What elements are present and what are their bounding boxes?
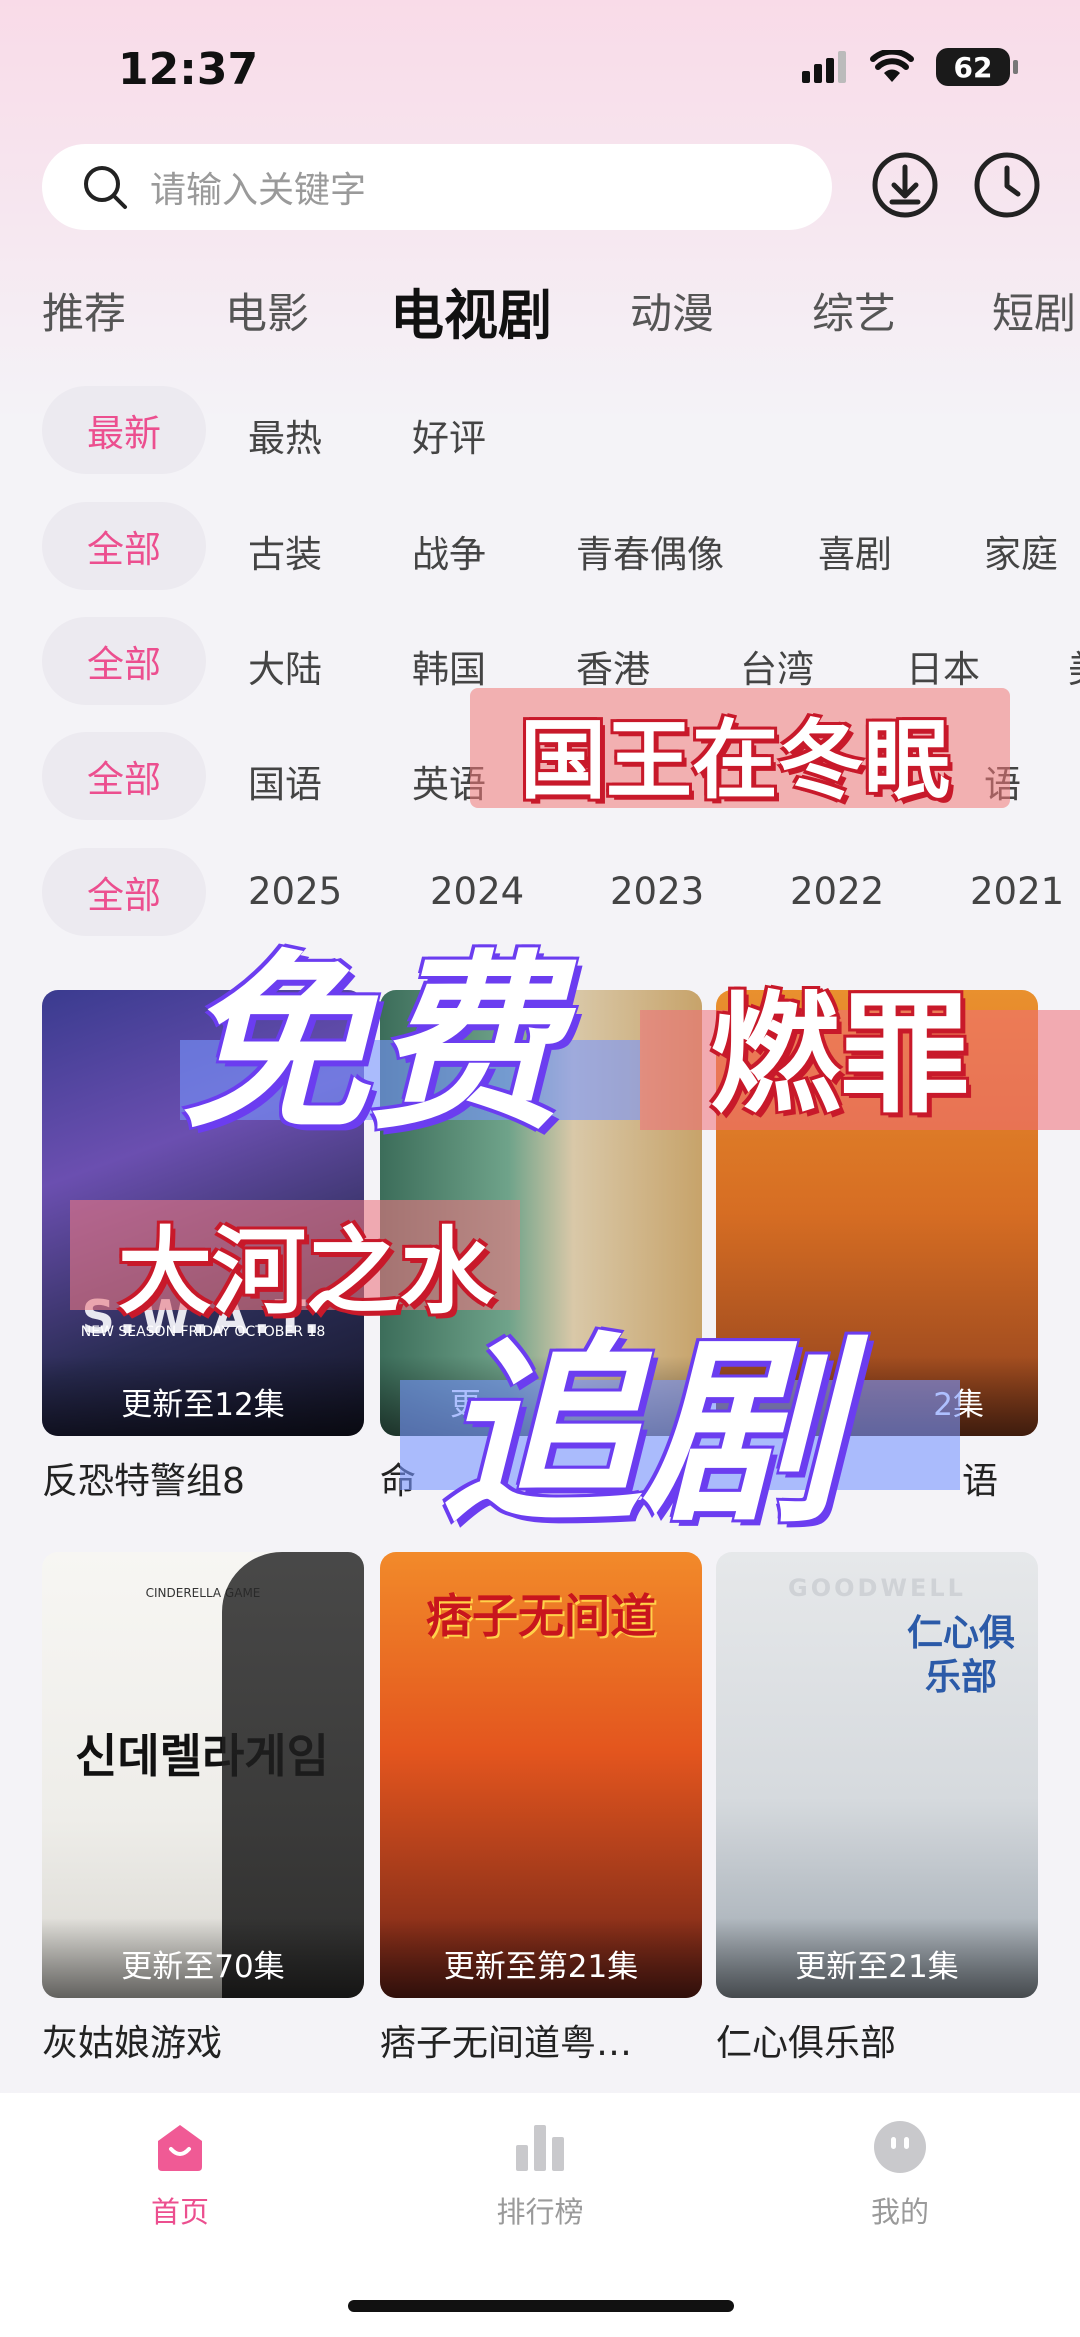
poster-subtitle-text: GOODWELL <box>788 1574 966 1602</box>
filter-row-language: 全部 国语 英语 语 <box>0 732 1080 822</box>
card-title: 语 <box>961 1461 998 1502</box>
tab-variety[interactable]: 综艺 <box>812 280 896 341</box>
poster-image: 痞子无间道 更新至第21集 <box>380 1552 702 1998</box>
filter-option[interactable]: 古装 <box>248 524 322 578</box>
filter-option[interactable]: 日本 <box>906 639 980 693</box>
episode-badge: 更新至21集 <box>716 1918 1038 1998</box>
episode-badge: 更新至12集 <box>42 1356 364 1436</box>
nav-home[interactable]: 首页 <box>80 2119 280 2231</box>
poster-title-text: 痞子无间道 <box>426 1589 656 1643</box>
card-title: 痞子无间道粤… <box>380 2023 633 2064</box>
filter-option[interactable]: 2023 <box>610 870 704 913</box>
filter-chip-selected[interactable]: 全部 <box>42 732 206 820</box>
wifi-icon <box>870 50 914 82</box>
tab-tv-series[interactable]: 电视剧 <box>390 271 552 350</box>
filter-option[interactable]: 香港 <box>576 639 650 693</box>
tab-movie[interactable]: 电影 <box>225 280 309 341</box>
filter-option[interactable]: 韩国 <box>412 639 486 693</box>
filter-option[interactable]: 美 <box>1068 639 1080 693</box>
filter-option[interactable]: 喜剧 <box>818 524 892 578</box>
poster-subtitle-text: NEW SEASON FRIDAY OCTOBER 18 <box>80 1324 326 1340</box>
filter-option[interactable]: 国语 <box>248 754 322 808</box>
episode-badge: 更 <box>380 1356 702 1436</box>
poster-image: 신데렐라게임 CINDERELLA GAME 更新至70集 <box>42 1552 364 1998</box>
poster-image: S.W.A.T. NEW SEASON FRIDAY OCTOBER 18 更新… <box>42 990 364 1436</box>
filter-chip-selected[interactable]: 全部 <box>42 502 206 590</box>
poster-image: 更 <box>380 990 702 1436</box>
poster-image: GOODWELL 仁心俱乐部 更新至21集 <box>716 1552 1038 1998</box>
nav-label: 首页 <box>150 2195 209 2229</box>
filter-chip-selected[interactable]: 全部 <box>42 848 206 936</box>
tab-short-drama[interactable]: 短剧 <box>992 280 1076 341</box>
nav-ranking[interactable]: 排行榜 <box>440 2119 640 2231</box>
tab-anime[interactable]: 动漫 <box>630 280 714 341</box>
filter-option[interactable]: 大陆 <box>248 639 322 693</box>
filter-option[interactable]: 2022 <box>790 870 884 913</box>
filter-option[interactable]: 最热 <box>248 408 322 462</box>
app-screen: 12:37 62 请输入关键字 推荐 电影 电视剧 动漫 综艺 短剧 最新 最热… <box>0 0 1080 2337</box>
search-icon <box>84 166 127 209</box>
card-title: 命 <box>380 1461 417 1502</box>
filter-row-sort: 最新 最热 好评 <box>0 386 1080 476</box>
search-placeholder: 请输入关键字 <box>150 170 367 211</box>
battery-icon: 62 <box>936 48 1018 86</box>
video-card[interactable]: 痞子无间道 更新至第21集 痞子无间道粤… <box>380 1552 702 2066</box>
poster-image: 2集 <box>716 990 1038 1436</box>
filter-option[interactable]: 2024 <box>430 870 524 913</box>
filter-option[interactable]: 青春偶像 <box>576 524 724 578</box>
episode-badge: 2集 <box>716 1356 1038 1436</box>
video-card[interactable]: 2集 语 <box>716 990 1038 1504</box>
episode-badge: 更新至70集 <box>42 1918 364 1998</box>
category-tabs: 推荐 电影 电视剧 动漫 综艺 短剧 <box>0 268 1080 348</box>
status-bar: 12:37 62 <box>0 0 1080 140</box>
home-indicator[interactable] <box>348 2300 734 2312</box>
nav-label: 排行榜 <box>496 2195 584 2229</box>
card-title: 反恐特警组8 <box>42 1461 245 1502</box>
filter-option[interactable]: 语 <box>984 754 1021 808</box>
filter-row-region: 全部 大陆 韩国 香港 台湾 日本 美 <box>0 617 1080 707</box>
nav-label: 我的 <box>870 2195 929 2229</box>
card-title: 仁心俱乐部 <box>716 2023 897 2064</box>
video-card[interactable]: GOODWELL 仁心俱乐部 更新至21集 仁心俱乐部 <box>716 1552 1038 2066</box>
filter-chip-selected[interactable]: 全部 <box>42 617 206 705</box>
download-icon[interactable] <box>870 150 940 220</box>
poster-title-text: 仁心俱乐部 <box>906 1613 1015 1698</box>
filter-option[interactable]: 家庭 <box>984 524 1058 578</box>
nav-profile[interactable]: 我的 <box>800 2119 1000 2231</box>
episode-badge: 更新至第21集 <box>380 1918 702 1998</box>
filter-option[interactable]: 好评 <box>412 408 486 462</box>
card-title: 灰姑娘游戏 <box>42 2023 223 2064</box>
video-card[interactable]: 신데렐라게임 CINDERELLA GAME 更新至70集 灰姑娘游戏 <box>42 1552 364 2066</box>
cellular-signal-icon <box>802 51 846 83</box>
status-time: 12:37 <box>118 44 259 95</box>
filter-option[interactable]: 战争 <box>412 524 486 578</box>
filter-option[interactable]: 2021 <box>970 870 1064 913</box>
filter-option[interactable]: 台湾 <box>740 639 814 693</box>
video-card[interactable]: S.W.A.T. NEW SEASON FRIDAY OCTOBER 18 更新… <box>42 990 364 1504</box>
filter-chip-selected[interactable]: 最新 <box>42 386 206 474</box>
profile-face-icon <box>874 2121 926 2173</box>
video-card[interactable]: 更 命 <box>380 990 702 1504</box>
history-clock-icon[interactable] <box>972 150 1042 220</box>
filter-option[interactable]: 英语 <box>412 754 486 808</box>
home-bag-icon <box>158 2125 202 2171</box>
tab-recommend[interactable]: 推荐 <box>42 280 126 341</box>
status-icons: 62 <box>802 48 1018 86</box>
filter-row-year: 全部 2025 2024 2023 2022 2021 <box>0 848 1080 938</box>
ranking-bar-chart-icon <box>516 2125 564 2171</box>
search-input[interactable]: 请输入关键字 <box>42 144 832 230</box>
filter-option[interactable]: 2025 <box>248 870 342 913</box>
filter-row-genre: 全部 古装 战争 青春偶像 喜剧 家庭 <box>0 502 1080 592</box>
